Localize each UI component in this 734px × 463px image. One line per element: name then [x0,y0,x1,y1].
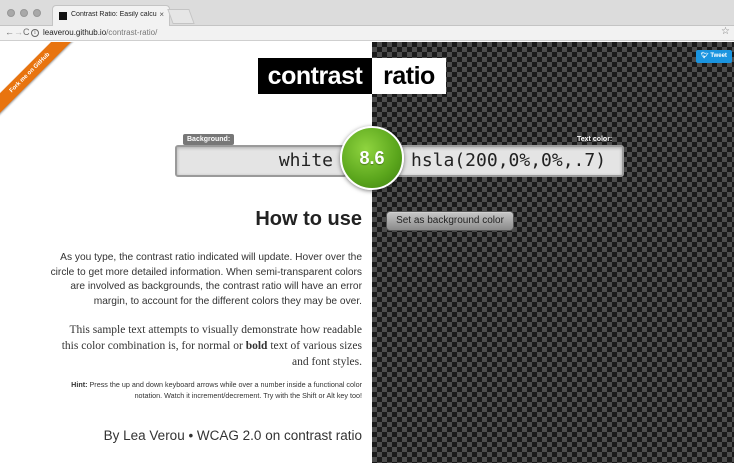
credits-line[interactable]: By Lea Verou • WCAG 2.0 on contrast rati… [40,428,362,443]
instructions-paragraph: As you type, the contrast ratio indicate… [50,252,362,307]
set-as-background-button[interactable]: Set as background color [386,211,514,231]
text-color-input[interactable]: hsla(200,0%,0%,.7) [395,145,624,177]
info-icon[interactable]: i [31,29,39,37]
page-content: Fork me on GitHub 🐦︎ Tweet contrast rati… [0,42,734,463]
reload-icon[interactable]: C [23,27,30,37]
browser-tab-bar: Contrast Ratio: Easily calculate × [0,0,734,26]
close-window-dot[interactable] [7,9,15,17]
hint-text: Press the up and down keyboard arrows wh… [87,380,363,400]
forward-arrow-icon[interactable]: → [14,27,23,37]
tab-close-icon[interactable]: × [159,10,164,19]
twitter-bird-icon: 🐦︎ [701,53,711,59]
browser-tab[interactable]: Contrast Ratio: Easily calculate × [52,5,170,26]
background-label: Background: [183,134,235,145]
sample-text-part2: text of various sizes and font styles. [267,340,362,368]
how-to-use-heading: How to use [255,208,362,230]
minimize-window-dot[interactable] [20,9,28,17]
hint-label: Hint: [71,380,88,389]
zoom-window-dot[interactable] [33,9,41,17]
sample-text-paragraph: This sample text attempts to visually de… [60,322,362,370]
new-tab-button[interactable] [167,9,195,24]
back-arrow-icon[interactable]: ← [5,27,14,37]
contrast-ratio-circle[interactable]: 8.6 [340,126,404,190]
tab-title: Contrast Ratio: Easily calculate [71,11,157,18]
tweet-button[interactable]: 🐦︎ Tweet [696,50,732,63]
bookmark-star-icon[interactable]: ☆ [721,26,730,37]
page-title-ratio: ratio [372,58,446,94]
text-color-label: Text color: [577,136,613,143]
address-bar: ← → C i leaverou.github.io/contrast-rati… [0,26,734,41]
favicon-icon [59,12,67,20]
url-field[interactable]: leaverou.github.io/contrast-ratio/ [43,28,157,37]
hint-paragraph: Hint: Press the up and down keyboard arr… [60,380,362,401]
tweet-label: Tweet [710,53,727,59]
background-color-input[interactable]: white [175,145,347,177]
checkerboard-preview-area [372,42,734,463]
sample-text-bold: bold [245,340,268,352]
url-host: leaverou.github.io [43,28,107,37]
page-title-contrast: contrast [258,58,372,94]
url-path: /contrast-ratio/ [106,28,158,37]
